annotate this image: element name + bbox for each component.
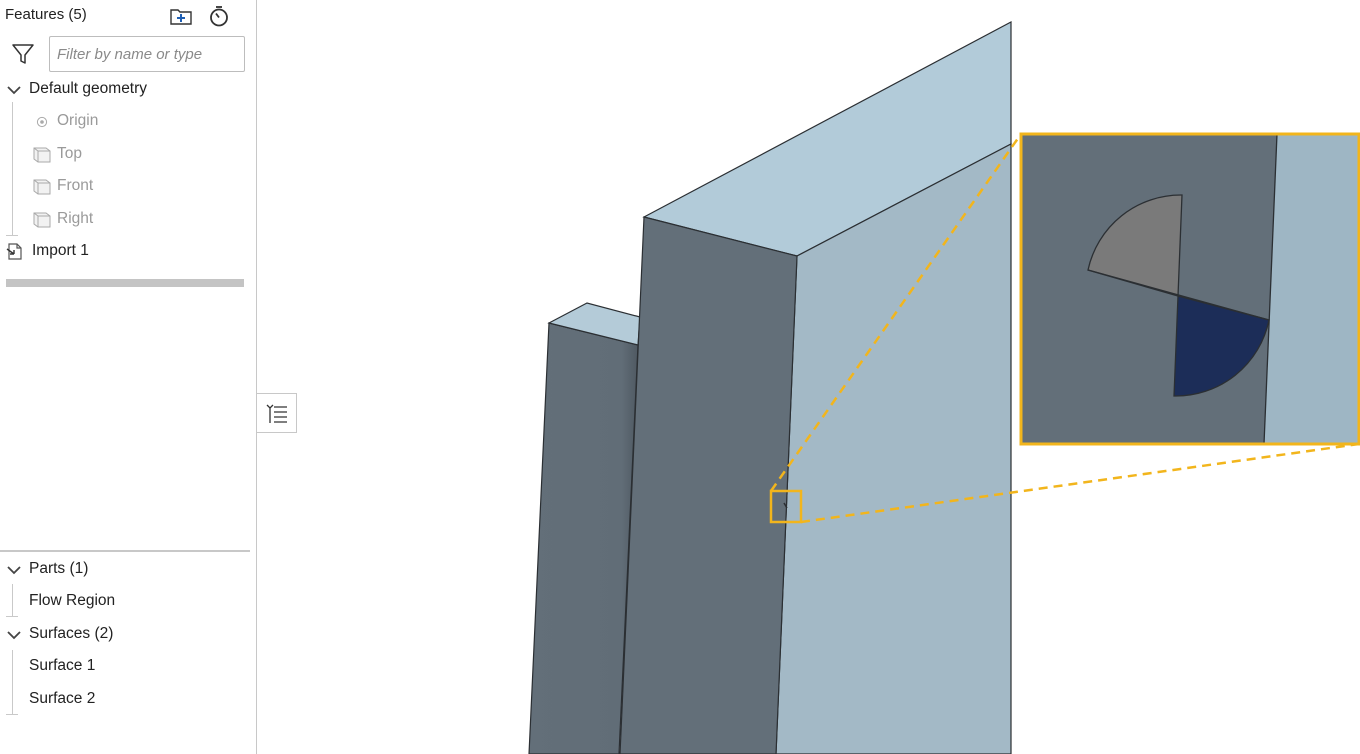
graphics-viewport[interactable] bbox=[258, 0, 1360, 754]
plane-icon bbox=[33, 147, 51, 163]
part-item-flow-region[interactable]: Flow Region bbox=[29, 591, 115, 611]
tree-item-right[interactable]: Right bbox=[57, 209, 93, 229]
filter-input[interactable] bbox=[49, 36, 245, 72]
plane-icon bbox=[33, 179, 51, 195]
chevron-down-icon[interactable] bbox=[6, 84, 22, 96]
default-geometry-group[interactable]: Default geometry bbox=[29, 79, 147, 99]
tree-item-top[interactable]: Top bbox=[57, 144, 82, 164]
stopwatch-icon[interactable] bbox=[207, 5, 231, 27]
tree-guide-foot bbox=[6, 616, 18, 617]
surfaces-group[interactable]: Surfaces (2) bbox=[29, 624, 113, 644]
feature-list-panel: Features (5) Default geometry Origin Top… bbox=[0, 0, 257, 754]
tree-guide-line bbox=[12, 102, 13, 235]
features-panel-title: Features (5) bbox=[5, 6, 87, 23]
tree-guide-line bbox=[12, 650, 13, 714]
tree-guide-foot bbox=[6, 235, 18, 236]
plane-icon bbox=[33, 212, 51, 228]
tree-guide-foot bbox=[6, 714, 18, 715]
surface-item-1[interactable]: Surface 1 bbox=[29, 656, 95, 676]
surface-item-2[interactable]: Surface 2 bbox=[29, 689, 95, 709]
origin-icon bbox=[36, 116, 48, 128]
tree-item-front[interactable]: Front bbox=[57, 176, 93, 196]
panel-divider[interactable] bbox=[0, 550, 250, 552]
folder-plus-icon[interactable] bbox=[169, 5, 193, 27]
parts-group[interactable]: Parts (1) bbox=[29, 559, 88, 579]
funnel-icon[interactable] bbox=[11, 42, 35, 66]
zoom-callout bbox=[1019, 132, 1360, 446]
tree-guide-line bbox=[12, 584, 13, 616]
tree-item-origin[interactable]: Origin bbox=[57, 111, 98, 131]
chevron-down-icon[interactable] bbox=[6, 564, 22, 576]
front-plate bbox=[619, 21, 1012, 754]
import-icon bbox=[6, 243, 22, 260]
feature-import-1[interactable]: Import 1 bbox=[32, 241, 89, 261]
rollback-bar[interactable] bbox=[6, 279, 244, 287]
chevron-down-icon[interactable] bbox=[6, 629, 22, 641]
